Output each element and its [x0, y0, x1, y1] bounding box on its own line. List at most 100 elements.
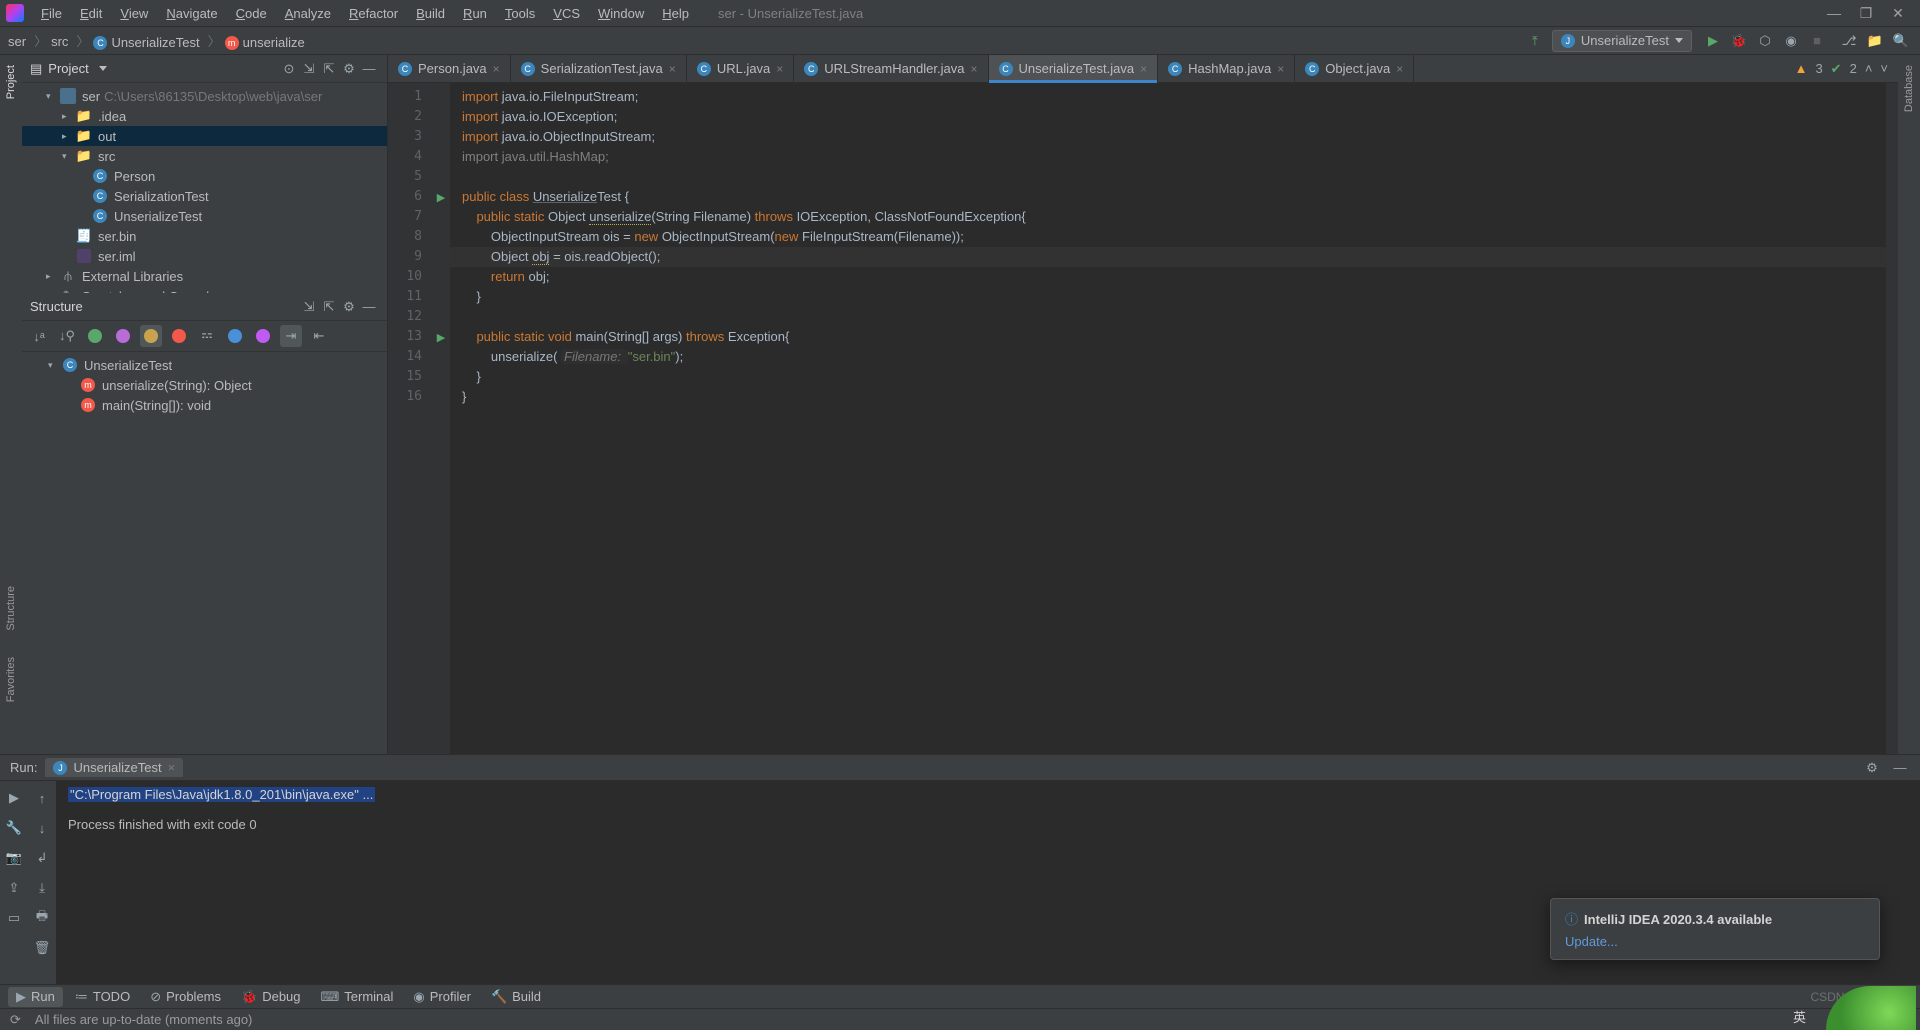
- tree-item[interactable]: CUnserializeTest: [22, 206, 387, 226]
- camera-icon[interactable]: 📷: [3, 847, 25, 869]
- rail-structure[interactable]: Structure: [5, 582, 17, 635]
- close-tab-icon[interactable]: ×: [970, 62, 977, 76]
- run-settings-icon[interactable]: ⚙: [1862, 760, 1882, 776]
- sort-alpha-icon[interactable]: ↓ᵃ: [28, 325, 50, 347]
- close-tab-icon[interactable]: ×: [1277, 62, 1284, 76]
- code-editor[interactable]: 12345678910111213141516 ▶▶ import java.i…: [388, 83, 1898, 754]
- editor-tab[interactable]: CUnserializeTest.java×: [989, 55, 1159, 82]
- menu-help[interactable]: Help: [653, 4, 698, 23]
- tree-item[interactable]: CPerson: [22, 166, 387, 186]
- marker-gutter[interactable]: ▶▶: [432, 83, 450, 754]
- toolstrip-todo[interactable]: ≔TODO: [67, 987, 138, 1007]
- status-caret-position[interactable]: 9:39: [1861, 1012, 1886, 1027]
- wrench-icon[interactable]: 🔧: [3, 817, 25, 839]
- toolstrip-build[interactable]: 🔨Build: [483, 987, 549, 1007]
- menu-tools[interactable]: Tools: [496, 4, 544, 23]
- layout-icon[interactable]: ▭: [3, 907, 25, 929]
- editor-tab[interactable]: CSerializationTest.java×: [511, 55, 687, 82]
- breadcrumb-item[interactable]: ser: [8, 34, 26, 49]
- structure-item[interactable]: mmain(String[]): void: [22, 395, 387, 415]
- close-tab-icon[interactable]: ×: [1396, 62, 1403, 76]
- toolstrip-problems[interactable]: ⊘Problems: [142, 987, 229, 1007]
- project-tree[interactable]: ▾serC:\Users\86135\Desktop\web\java\ser▸…: [22, 83, 387, 293]
- status-encoding[interactable]: C: [1901, 1012, 1910, 1027]
- filter-f-icon[interactable]: [140, 325, 162, 347]
- close-tab-icon[interactable]: ×: [776, 62, 783, 76]
- sort-visibility-icon[interactable]: ↓⚲: [56, 325, 78, 347]
- tree-item[interactable]: 🧾ser.bin: [22, 226, 387, 246]
- breadcrumb-item[interactable]: munserialize: [225, 35, 305, 50]
- run-gutter-icon[interactable]: ▶: [437, 331, 445, 344]
- editor-tab[interactable]: CHashMap.java×: [1158, 55, 1295, 82]
- rail-database[interactable]: Database: [1903, 61, 1915, 116]
- autoscroll-from-icon[interactable]: ⇤: [308, 325, 330, 347]
- menu-file[interactable]: File: [32, 4, 71, 23]
- settings-icon[interactable]: ⚙: [339, 299, 359, 315]
- close-tab-icon[interactable]: ×: [168, 760, 176, 775]
- filter-a-icon[interactable]: [252, 325, 274, 347]
- profile-button[interactable]: ◉: [1780, 30, 1802, 52]
- expand-all-icon[interactable]: ⇲: [299, 61, 319, 77]
- run-gutter-icon[interactable]: ▶: [437, 191, 445, 204]
- menu-navigate[interactable]: Navigate: [157, 4, 226, 23]
- toolstrip-debug[interactable]: 🐞Debug: [233, 987, 309, 1007]
- scroll-end-icon[interactable]: ⤓: [31, 877, 53, 899]
- menu-edit[interactable]: Edit: [71, 4, 111, 23]
- expand-all-icon[interactable]: ⇲: [299, 299, 319, 315]
- tree-item[interactable]: ser.iml: [22, 246, 387, 266]
- editor-tab[interactable]: CURLStreamHandler.java×: [794, 55, 988, 82]
- breadcrumb-item[interactable]: src: [51, 34, 68, 49]
- close-tab-icon[interactable]: ×: [669, 62, 676, 76]
- menu-run[interactable]: Run: [454, 4, 496, 23]
- rail-project[interactable]: Project: [5, 61, 17, 103]
- clear-icon[interactable]: 🗑: [31, 937, 53, 959]
- close-tab-icon[interactable]: ×: [493, 62, 500, 76]
- rail-favorites[interactable]: Favorites: [5, 653, 17, 706]
- close-button[interactable]: ✕: [1882, 5, 1914, 22]
- editor-scrollbar[interactable]: [1886, 83, 1898, 754]
- export-icon[interactable]: ⇪: [3, 877, 25, 899]
- editor-tab[interactable]: CURL.java×: [687, 55, 794, 82]
- collapse-all-icon[interactable]: ⇱: [319, 299, 339, 315]
- soft-wrap-icon[interactable]: ↲: [31, 847, 53, 869]
- hide-panel-icon[interactable]: —: [359, 61, 379, 76]
- debug-button[interactable]: 🐞: [1728, 30, 1750, 52]
- editor-tab[interactable]: CPerson.java×: [388, 55, 511, 82]
- git-branch-icon[interactable]: ⎇: [1838, 30, 1860, 52]
- build-icon[interactable]: ⤒: [1524, 30, 1546, 52]
- maximize-button[interactable]: ❐: [1850, 5, 1882, 22]
- toolstrip-profiler[interactable]: ◉Profiler: [405, 987, 479, 1007]
- run-window-tab[interactable]: J UnserializeTest ×: [45, 758, 183, 777]
- menu-code[interactable]: Code: [227, 4, 276, 23]
- structure-item[interactable]: ▾CUnserializeTest: [22, 355, 387, 375]
- minimize-button[interactable]: —: [1818, 5, 1850, 21]
- status-sync-icon[interactable]: ⟳: [10, 1012, 21, 1028]
- filter-p-icon[interactable]: [112, 325, 134, 347]
- filter-inherited-icon[interactable]: 𝌂: [196, 325, 218, 347]
- update-notification[interactable]: ⓘIntelliJ IDEA 2020.3.4 available Update…: [1550, 898, 1880, 960]
- editor-tab[interactable]: CObject.java×: [1295, 55, 1414, 82]
- tree-item[interactable]: ▾serC:\Users\86135\Desktop\web\java\ser: [22, 86, 387, 106]
- collapse-all-icon[interactable]: ⇱: [319, 61, 339, 77]
- stop-button[interactable]: ■: [1806, 30, 1828, 52]
- menu-build[interactable]: Build: [407, 4, 454, 23]
- rerun-button[interactable]: ▶: [3, 787, 25, 809]
- search-icon[interactable]: 🔍: [1890, 30, 1912, 52]
- hide-panel-icon[interactable]: —: [359, 299, 379, 314]
- toolstrip-run[interactable]: ▶Run: [8, 987, 63, 1007]
- filter-l-icon[interactable]: [224, 325, 246, 347]
- tree-item[interactable]: ▸📁.idea: [22, 106, 387, 126]
- menu-window[interactable]: Window: [589, 4, 653, 23]
- code-area[interactable]: import java.io.FileInputStream;import ja…: [450, 83, 1886, 754]
- tree-item[interactable]: CSerializationTest: [22, 186, 387, 206]
- toolstrip-terminal[interactable]: ⌨Terminal: [313, 987, 402, 1007]
- structure-tree[interactable]: ▾CUnserializeTestmunserialize(String): O…: [22, 352, 387, 754]
- breadcrumb-item[interactable]: CUnserializeTest: [93, 35, 199, 50]
- tree-item[interactable]: ▾📁src: [22, 146, 387, 166]
- settings-icon[interactable]: ⚙: [339, 61, 359, 77]
- coverage-button[interactable]: ⬡: [1754, 30, 1776, 52]
- run-button[interactable]: ▶: [1702, 30, 1724, 52]
- chevron-down-icon[interactable]: [99, 66, 107, 71]
- filter-m-icon[interactable]: [168, 325, 190, 347]
- menu-vcs[interactable]: VCS: [544, 4, 589, 23]
